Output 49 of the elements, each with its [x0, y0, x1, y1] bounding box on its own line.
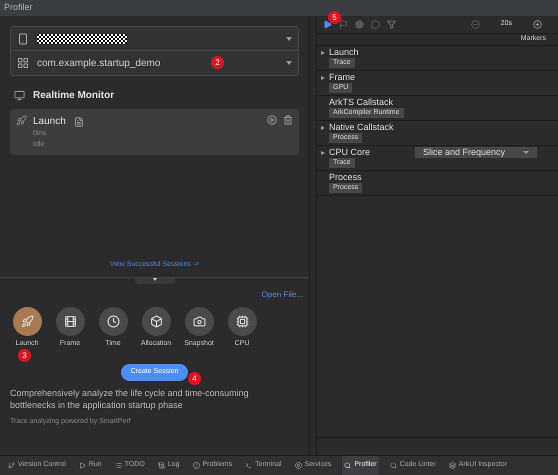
track-name: CPU Core [329, 146, 370, 158]
annotation-badge: 3 [18, 349, 31, 362]
list-icon [114, 462, 122, 469]
play-icon [294, 462, 302, 469]
dropdown-caret-icon [286, 61, 292, 65]
zoom-out-icon[interactable] [470, 20, 480, 29]
annotation-badge: 2 [211, 56, 224, 69]
flag-icon[interactable] [339, 20, 348, 29]
trash-icon[interactable] [283, 115, 293, 125]
annotation-badge: 4 [188, 372, 201, 384]
rocket-icon [20, 315, 34, 328]
dropdown-caret-icon [286, 36, 292, 40]
session-name: Launch [33, 115, 66, 129]
phone-icon [17, 32, 29, 44]
track-name: Process [329, 171, 362, 183]
cube-icon [150, 315, 162, 328]
document-icon [74, 116, 84, 126]
terminal-icon [245, 462, 252, 469]
circle-icon[interactable] [355, 20, 364, 29]
play-icon [78, 462, 86, 469]
track-name: Native Callstack [329, 121, 394, 133]
comment-icon[interactable] [371, 20, 380, 29]
clock-icon [106, 315, 120, 328]
app-name: com.example.startup_demo [37, 56, 160, 70]
film-icon [64, 315, 76, 328]
section-title: Realtime Monitor [33, 89, 114, 103]
description-text: Comprehensively analyze the life cycle and time-consuming bottlenecks in the application startup phase [10, 386, 250, 410]
camera-icon [192, 315, 206, 328]
window-title: Profiler [4, 1, 33, 14]
open-file-link[interactable]: Open File... [262, 289, 303, 301]
track-name: Frame [329, 71, 356, 83]
log-icon [158, 462, 165, 469]
play-icon[interactable] [267, 115, 277, 125]
search-icon [344, 462, 352, 469]
mode-select[interactable]: Slice and Frequency [415, 147, 537, 158]
chip-icon [236, 315, 248, 328]
search-icon [390, 462, 397, 469]
track-name: Launch [329, 46, 359, 58]
branch-icon [8, 462, 15, 469]
info-icon [192, 462, 200, 469]
collapse-handle[interactable] [134, 278, 174, 284]
grid-icon [17, 57, 29, 69]
filter-icon[interactable] [387, 20, 396, 29]
play-icon[interactable] [323, 20, 332, 29]
monitor-icon [14, 90, 25, 101]
zoom-in-icon[interactable] [533, 20, 542, 29]
track-name: ArkTS Callstack [329, 96, 394, 108]
layers-icon [448, 462, 456, 469]
rocket-icon [16, 115, 27, 126]
